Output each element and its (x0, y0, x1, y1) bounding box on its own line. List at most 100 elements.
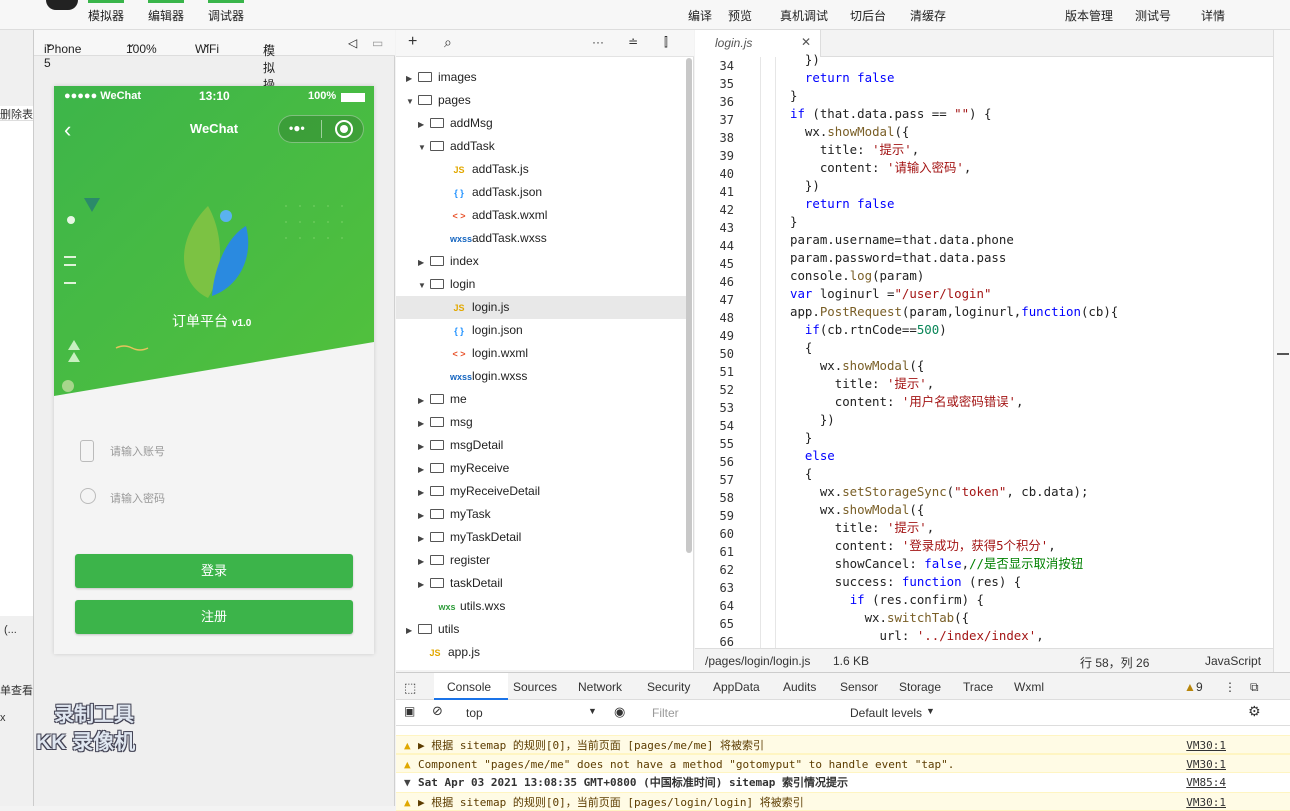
tree-file[interactable]: wxssaddTask.wxss (396, 227, 686, 250)
chevron-right-icon[interactable]: ▶ (418, 550, 430, 573)
language-mode[interactable]: JavaScript (1205, 654, 1261, 668)
collapse-icon[interactable]: ≐ (628, 35, 638, 49)
filter-input[interactable]: Filter (652, 706, 679, 720)
code-line[interactable]: success: function (res) { (790, 573, 1022, 591)
console-message[interactable]: ▼ Sat Apr 03 2021 13:08:35 GMT+0800 (中国标准… (396, 773, 1290, 792)
tree-folder[interactable]: ▶ addMsg (396, 112, 686, 135)
chevron-right-icon[interactable]: ▶ (418, 113, 430, 136)
tab-console[interactable]: Console (447, 680, 491, 694)
code-line[interactable]: param.password=that.data.pass (790, 249, 1006, 267)
password-input[interactable]: 请输入密码 (110, 490, 165, 506)
zoom-select[interactable]: 100% ⌄ (126, 36, 157, 56)
code-line[interactable]: return false (790, 195, 895, 213)
chevron-down-icon[interactable]: ▼ (588, 706, 597, 716)
chevron-right-icon[interactable]: ▶ (418, 389, 430, 412)
code-line[interactable]: return false (790, 69, 895, 87)
chevron-right-icon[interactable]: ▶ (406, 619, 418, 642)
tree-file[interactable]: wxs utils.wxs (396, 595, 686, 618)
chevron-right-icon[interactable]: ▶ (418, 481, 430, 504)
console-source-link[interactable]: VM30:1 (1186, 793, 1226, 810)
close-miniprogram-icon[interactable] (335, 120, 353, 138)
tab-sensor[interactable]: Sensor (840, 680, 878, 694)
console-source-link[interactable]: VM30:1 (1186, 736, 1226, 753)
inspect-icon[interactable]: ⬚ (404, 680, 416, 696)
code-line[interactable]: if(cb.rtnCode==500) (790, 321, 947, 339)
tree-folder[interactable]: ▶ msg (396, 411, 686, 434)
tree-file[interactable]: wxsslogin.wxss (396, 365, 686, 388)
tree-folder[interactable]: ▶ images (396, 66, 686, 89)
tree-folder[interactable]: ▶ index (396, 250, 686, 273)
tree-file[interactable]: < > login.wxml (396, 342, 686, 365)
code-line[interactable]: } (790, 429, 812, 447)
code-line[interactable]: else (790, 447, 835, 465)
tab-appdata[interactable]: AppData (713, 680, 760, 694)
cursor-position[interactable]: 行 58，列 26 (1080, 654, 1149, 671)
tab-simulator[interactable]: 模拟器 (88, 7, 124, 24)
tree-folder[interactable]: ▼ addTask (396, 135, 686, 158)
tab-trace[interactable]: Trace (963, 680, 993, 694)
context-select[interactable]: top (466, 706, 483, 720)
details-button[interactable]: 详情 (1201, 7, 1225, 24)
chevron-right-icon[interactable]: ▶ (418, 504, 430, 527)
preview-button[interactable]: 预览 (728, 7, 752, 24)
console-message[interactable]: ▲ ▶ 根据 sitemap 的规则[0]，当前页面 [pages/login/l… (396, 792, 1290, 811)
chevron-right-icon[interactable]: ▶ (418, 435, 430, 458)
chevron-right-icon[interactable]: ▶ (418, 251, 430, 274)
clear-icon[interactable]: ⊘ (432, 703, 443, 719)
register-button[interactable]: 注册 (75, 600, 353, 634)
tab-network[interactable]: Network (578, 680, 622, 694)
chevron-right-icon[interactable]: ▶ (406, 67, 418, 90)
chevron-down-icon[interactable]: ▼ (406, 90, 418, 113)
console-source-link[interactable]: VM85:4 (1186, 773, 1226, 792)
code-line[interactable]: console.log(param) (790, 267, 924, 285)
scrollbar[interactable] (686, 58, 692, 553)
split-icon[interactable]: ⫿ (664, 35, 668, 50)
tree-folder[interactable]: ▼ login (396, 273, 686, 296)
eye-icon[interactable]: ◉ (614, 704, 625, 720)
code-line[interactable]: } (790, 87, 797, 105)
chevron-right-icon[interactable]: ▶ (418, 412, 430, 435)
mode-select[interactable]: 模拟操作 ⌄ (263, 36, 275, 109)
code-line[interactable]: { (790, 339, 812, 357)
tab-debugger[interactable]: 调试器 (208, 7, 244, 24)
tab-editor[interactable]: 编辑器 (148, 7, 184, 24)
real-device-debug-button[interactable]: 真机调试 (780, 7, 828, 24)
chevron-right-icon[interactable]: ▶ (418, 573, 430, 596)
tree-folder[interactable]: ▶ me (396, 388, 686, 411)
code-line[interactable]: title: '提示', (790, 141, 919, 159)
tree-folder[interactable]: ▶ myTaskDetail (396, 526, 686, 549)
tab-wxml[interactable]: Wxml (1014, 680, 1044, 694)
code-line[interactable]: wx.showModal({ (790, 123, 909, 141)
sidebar-toggle-icon[interactable]: ▣ (404, 704, 415, 718)
code-line[interactable]: content: '用户名或密码错误', (790, 393, 1024, 411)
clear-cache-button[interactable]: 清缓存 (910, 7, 946, 24)
close-icon[interactable]: ✕ (801, 35, 811, 49)
tab-sources[interactable]: Sources (513, 680, 557, 694)
background-button[interactable]: 切后台 (850, 7, 886, 24)
code-line[interactable]: wx.showModal({ (790, 357, 924, 375)
back-arrow-icon[interactable]: ‹ (64, 116, 71, 144)
tree-folder[interactable]: ▼ pages (396, 89, 686, 112)
compile-button[interactable]: 编译 (688, 7, 712, 24)
code-line[interactable]: wx.switchTab({ (790, 609, 969, 627)
version-manage-button[interactable]: 版本管理 (1065, 7, 1113, 24)
dock-icon[interactable]: ⧉ (1250, 680, 1259, 695)
tree-file[interactable]: < > addTask.wxml (396, 204, 686, 227)
window-icon[interactable]: ▭ (372, 36, 383, 50)
code-line[interactable]: }) (790, 177, 820, 195)
code-line[interactable]: showCancel: false,//是否显示取消按钮 (790, 555, 1083, 573)
chevron-down-icon[interactable]: ▼ (418, 274, 430, 297)
login-button[interactable]: 登录 (75, 554, 353, 588)
search-icon[interactable]: ⌕ (444, 34, 452, 51)
code-line[interactable]: { (790, 465, 812, 483)
tab-storage[interactable]: Storage (899, 680, 941, 694)
chevron-down-icon[interactable]: ▼ (926, 706, 935, 716)
code-line[interactable]: url: '../index/index', (790, 627, 1044, 645)
avatar[interactable] (46, 0, 78, 10)
code-line[interactable]: var loginurl ="/user/login" (790, 285, 991, 303)
code-line[interactable]: title: '提示', (790, 519, 934, 537)
more-icon[interactable]: ⋮ (1224, 680, 1236, 694)
code-line[interactable]: content: '登录成功，获得5个积分', (790, 537, 1056, 555)
levels-select[interactable]: Default levels (850, 706, 922, 720)
chevron-right-icon[interactable]: ▶ (418, 458, 430, 481)
